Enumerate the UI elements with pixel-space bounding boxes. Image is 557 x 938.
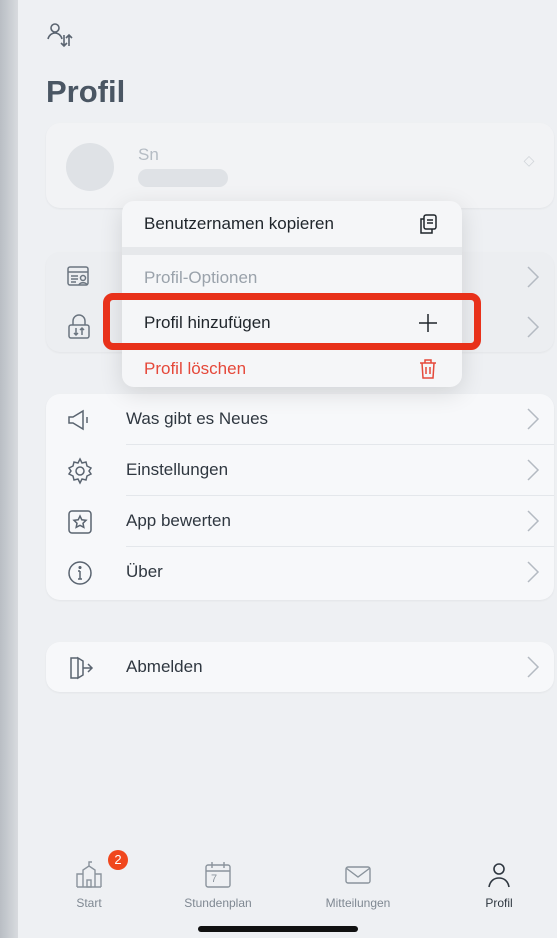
trash-icon — [420, 359, 436, 379]
menu-item-whats-new[interactable]: Was gibt es Neues — [46, 394, 554, 445]
person-icon — [488, 863, 510, 888]
profile-subtitle-redacted — [138, 169, 228, 187]
switch-profile-icon[interactable] — [46, 22, 74, 50]
lock-arrows-icon — [68, 314, 90, 339]
gear-icon — [67, 457, 93, 485]
logout-row[interactable]: Abmelden — [46, 642, 554, 693]
context-item-label: Profil löschen — [144, 359, 247, 378]
notification-badge: 2 — [108, 850, 128, 870]
mail-icon — [345, 866, 371, 884]
logout-label: Abmelden — [126, 657, 203, 676]
menu-item-copy-username[interactable]: Benutzernamen kopieren — [122, 201, 462, 247]
menu-item-delete-profile[interactable]: Profil löschen — [122, 345, 462, 387]
highlight-annotation — [103, 293, 481, 350]
tab-start[interactable]: Start — [34, 860, 144, 910]
id-card-icon — [67, 266, 89, 286]
chevron-right-icon — [527, 656, 540, 678]
context-section-label: Profil-Optionen — [144, 268, 258, 287]
menu-item-rate-app[interactable]: App bewerten — [46, 496, 554, 547]
menu-item-label: Über — [126, 562, 163, 581]
logout-icon — [70, 656, 94, 680]
tab-label: Mitteilungen — [325, 896, 391, 910]
home-indicator — [198, 926, 358, 932]
tab-label: Start — [76, 896, 102, 910]
calendar-day: 7 — [211, 873, 218, 885]
chevron-right-icon — [527, 561, 540, 583]
window-edge — [0, 0, 18, 938]
menu-item-about[interactable]: Über — [46, 547, 554, 598]
context-item-label: Benutzernamen kopieren — [144, 214, 334, 233]
chevron-right-icon — [527, 408, 540, 430]
calendar-icon — [205, 862, 231, 888]
megaphone-icon — [68, 409, 88, 431]
app-screen: Profil Sn ◇ Was gibt es Neues Einstellun… — [18, 0, 557, 938]
school-icon — [76, 861, 102, 888]
tab-label: Stundenplan — [184, 896, 252, 910]
chevron-right-icon — [527, 266, 540, 288]
tab-mitteilungen[interactable]: Mitteilungen — [303, 860, 413, 910]
menu-item-settings[interactable]: Einstellungen — [46, 445, 554, 496]
settings-menu-card: Was gibt es Neues Einstellungen App bewe… — [46, 394, 554, 600]
profile-name: Sn — [138, 145, 159, 164]
context-divider — [122, 247, 462, 255]
tab-stundenplan[interactable]: 7 Stundenplan — [163, 860, 273, 910]
chevron-updown-icon: ◇ — [523, 152, 535, 168]
copy-icon — [420, 214, 437, 234]
star-icon — [68, 510, 92, 534]
logout-card[interactable]: Abmelden — [46, 642, 554, 692]
menu-item-label: App bewerten — [126, 511, 231, 530]
chevron-right-icon — [527, 459, 540, 481]
page-title: Profil — [46, 74, 126, 109]
tab-profil[interactable]: Profil — [444, 860, 554, 910]
chevron-right-icon — [527, 510, 540, 532]
menu-item-label: Einstellungen — [126, 460, 229, 479]
tab-label: Profil — [485, 896, 513, 910]
avatar — [66, 143, 114, 191]
info-icon — [68, 561, 92, 585]
menu-item-label: Was gibt es Neues — [126, 409, 269, 428]
current-profile-card[interactable]: Sn ◇ — [46, 123, 554, 208]
chevron-right-icon — [527, 316, 540, 338]
